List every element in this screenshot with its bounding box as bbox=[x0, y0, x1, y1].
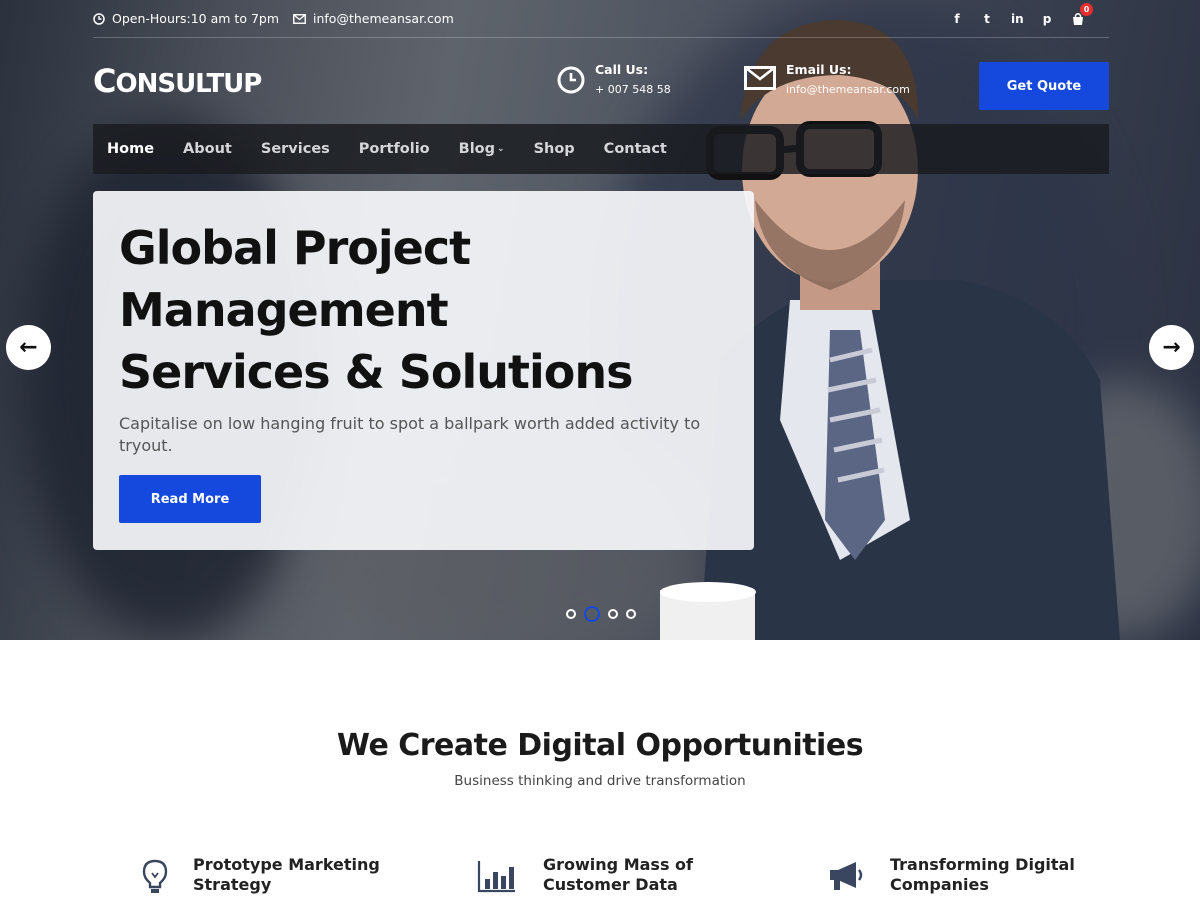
slide-title-line-3: Services & Solutions bbox=[119, 345, 634, 399]
slider-pagination bbox=[566, 606, 636, 622]
bar-chart-icon bbox=[477, 861, 515, 893]
top-email[interactable]: info@themeansar.com bbox=[293, 11, 454, 26]
feature-title-line-2: Companies bbox=[890, 875, 989, 894]
slide-title: Global Project Management Services & Sol… bbox=[119, 217, 719, 403]
email-us-address[interactable]: info@themeansar.com bbox=[786, 83, 910, 96]
opening-hours: Open-Hours:10 am to 7pm bbox=[93, 11, 279, 26]
nav-item-home[interactable]: Home bbox=[107, 141, 154, 157]
slider-prev-button[interactable]: ← bbox=[6, 325, 51, 370]
nav-item-contact[interactable]: Contact bbox=[604, 141, 667, 157]
slide-subtitle: Capitalise on low hanging fruit to spot … bbox=[119, 414, 701, 455]
linkedin-icon[interactable]: in bbox=[1011, 12, 1024, 26]
get-quote-button[interactable]: Get Quote bbox=[979, 62, 1109, 110]
feature-item[interactable]: Transforming Digital Companies bbox=[826, 855, 1075, 895]
twitter-icon[interactable]: t bbox=[981, 12, 993, 26]
facebook-icon[interactable]: f bbox=[951, 12, 963, 26]
nav-item-about[interactable]: About bbox=[183, 141, 232, 157]
email-us-label: Email Us: bbox=[786, 62, 852, 77]
slider-next-button[interactable]: → bbox=[1149, 325, 1194, 370]
read-more-button[interactable]: Read More bbox=[119, 475, 261, 523]
opening-hours-text: Open-Hours:10 am to 7pm bbox=[112, 11, 280, 26]
call-us-block: Call Us: + 007 548 58 bbox=[557, 62, 671, 96]
call-us-label: Call Us: bbox=[595, 62, 649, 77]
section-title: We Create Digital Opportunities bbox=[336, 728, 864, 763]
section-subtitle: Business thinking and drive transformati… bbox=[454, 773, 746, 789]
top-info-bar: Open-Hours:10 am to 7pm info@themeansar.… bbox=[93, 0, 1109, 38]
megaphone-icon bbox=[830, 862, 863, 890]
clock-icon bbox=[93, 12, 105, 25]
slide-title-line-2: Management bbox=[119, 283, 449, 337]
lightbulb-icon bbox=[142, 859, 168, 893]
cart-button[interactable]: 0 bbox=[1071, 2, 1093, 26]
slider-dot-active[interactable] bbox=[584, 606, 600, 622]
feature-title-line-2: Strategy bbox=[193, 875, 272, 894]
nav-item-blog-label: Blog bbox=[458, 141, 496, 157]
nav-item-shop[interactable]: Shop bbox=[534, 141, 575, 157]
nav-item-portfolio[interactable]: Portfolio bbox=[359, 141, 430, 157]
main-navigation: Home About Services Portfolio Blog ⌄ Shop… bbox=[93, 124, 1109, 174]
nav-item-services[interactable]: Services bbox=[261, 141, 330, 157]
feature-title-line-2: Customer Data bbox=[543, 875, 678, 894]
slider-dot[interactable] bbox=[566, 609, 576, 619]
slider-dot[interactable] bbox=[608, 609, 618, 619]
feature-item[interactable]: Prototype Marketing Strategy bbox=[135, 855, 380, 895]
cart-count-badge: 0 bbox=[1080, 2, 1093, 16]
logo-initial: C bbox=[93, 62, 117, 100]
slider-dot[interactable] bbox=[626, 609, 636, 619]
logo-text: ONSULTUP bbox=[115, 69, 262, 99]
envelope-icon bbox=[744, 66, 776, 90]
feature-title-line-1: Growing Mass of bbox=[543, 855, 693, 874]
slide-caption-card: Global Project Management Services & Sol… bbox=[93, 191, 754, 550]
feature-title-line-1: Transforming Digital bbox=[890, 855, 1075, 874]
clock-icon bbox=[557, 66, 585, 94]
envelope-icon bbox=[293, 13, 306, 24]
feature-title-line-1: Prototype Marketing bbox=[193, 855, 380, 874]
social-links: f t in p 0 bbox=[951, 2, 1093, 26]
chevron-down-icon: ⌄ bbox=[497, 144, 505, 154]
pinterest-icon[interactable]: p bbox=[1041, 12, 1053, 26]
hero-slider: Open-Hours:10 am to 7pm info@themeansar.… bbox=[0, 0, 1200, 640]
feature-item[interactable]: Growing Mass of Customer Data bbox=[477, 855, 693, 895]
call-us-number[interactable]: + 007 548 58 bbox=[595, 83, 671, 96]
email-us-block: Email Us: info@themeansar.com bbox=[744, 62, 910, 96]
slide-title-line-1: Global Project bbox=[119, 221, 471, 275]
arrow-left-icon: ← bbox=[19, 335, 38, 360]
arrow-right-icon: → bbox=[1162, 335, 1181, 360]
site-logo[interactable]: CONSULTUP bbox=[93, 62, 262, 100]
top-email-text: info@themeansar.com bbox=[313, 11, 454, 26]
nav-item-blog[interactable]: Blog ⌄ bbox=[459, 141, 505, 157]
